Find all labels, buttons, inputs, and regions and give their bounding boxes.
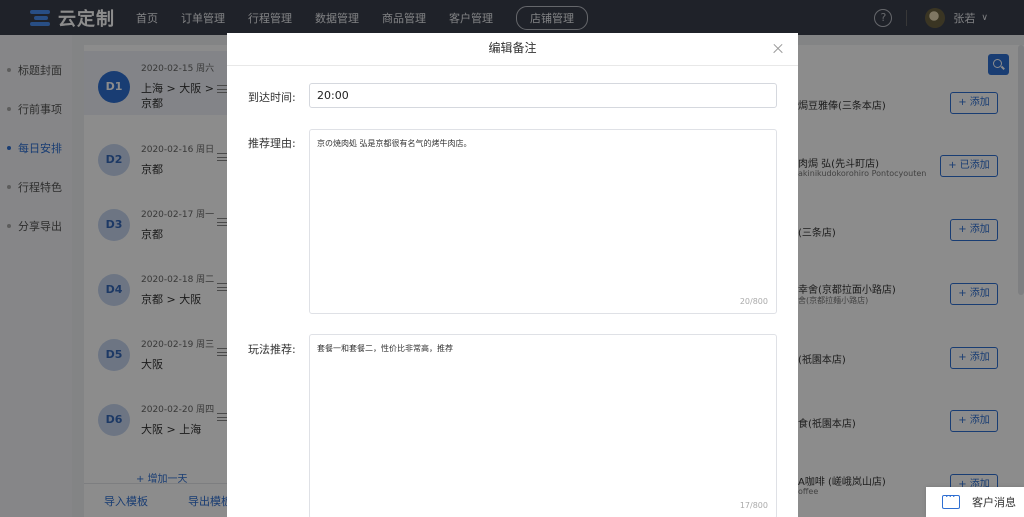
chat-icon [942, 490, 960, 509]
arrival-time-label: 到达时间: [248, 91, 296, 104]
close-icon[interactable] [771, 41, 787, 57]
arrival-time-input[interactable]: 20:00 [309, 83, 777, 108]
customer-message-widget[interactable]: 客户消息 [926, 487, 1024, 517]
play-label: 玩法推荐: [248, 343, 296, 356]
edit-note-modal: 编辑备注 到达时间: 20:00 推荐理由: 京の焼肉処 弘是京都很有名气的烤牛… [227, 33, 798, 517]
play-textarea[interactable]: 套餐一和套餐二，性价比非常高，推荐 17/800 [309, 334, 777, 517]
chat-label: 客户消息 [972, 496, 1016, 509]
reason-text: 京の焼肉処 弘是京都很有名气的烤牛肉店。 [317, 139, 472, 148]
modal-title: 编辑备注 [227, 33, 798, 66]
play-text: 套餐一和套餐二，性价比非常高，推荐 [317, 344, 453, 353]
play-char-counter: 17/800 [739, 501, 768, 510]
reason-char-counter: 20/800 [739, 297, 768, 306]
reason-label: 推荐理由: [248, 137, 296, 150]
reason-textarea[interactable]: 京の焼肉処 弘是京都很有名气的烤牛肉店。 20/800 [309, 129, 777, 314]
